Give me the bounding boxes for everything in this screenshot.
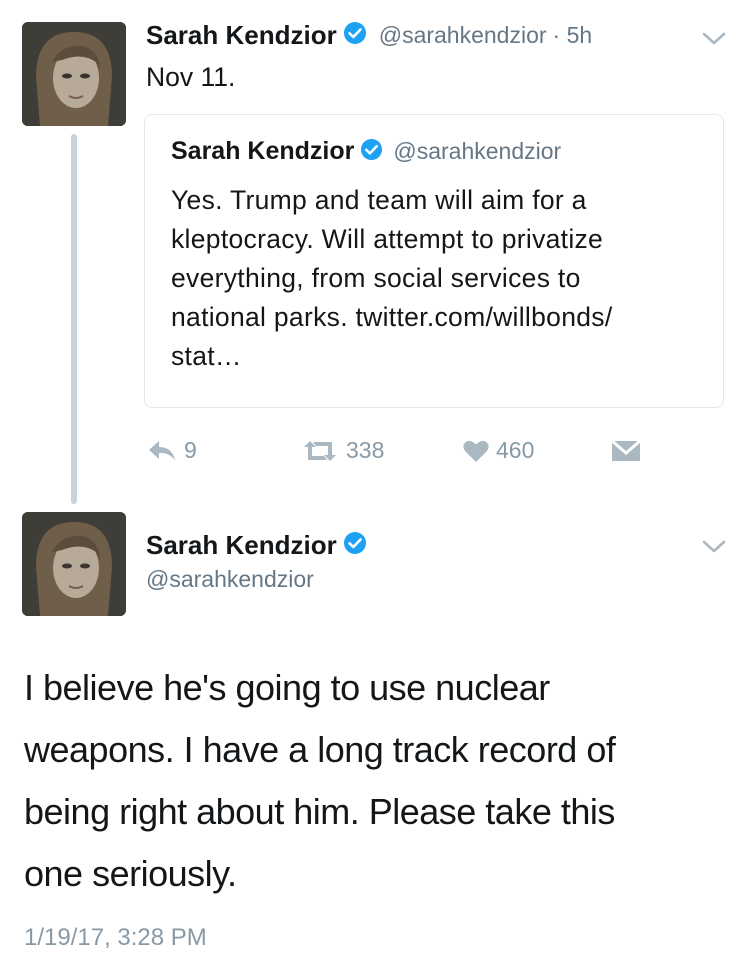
reply-icon bbox=[149, 440, 175, 460]
thread-connector-line bbox=[71, 134, 77, 504]
tweet-header: Sarah Kendzior bbox=[146, 530, 367, 561]
quoted-tweet-card[interactable]: Sarah Kendzior @sarahkendzior Yes. Trump… bbox=[144, 114, 724, 408]
tweet-text-line: I believe he's going to use nuclear bbox=[24, 667, 550, 708]
retweet-button[interactable]: 338 bbox=[300, 437, 384, 464]
avatar-photo bbox=[22, 22, 126, 126]
chevron-down-icon[interactable] bbox=[700, 538, 728, 561]
tweet-text: Nov 11. bbox=[146, 62, 236, 92]
quoted-author-handle: @sarahkendzior bbox=[393, 138, 562, 164]
verified-badge-icon bbox=[343, 531, 367, 560]
quoted-text-line: Yes. Trump and team will aim for a bbox=[171, 185, 587, 215]
heart-icon bbox=[463, 440, 489, 462]
avatar[interactable] bbox=[22, 22, 126, 126]
reply-count: 9 bbox=[184, 437, 197, 463]
quoted-tweet-header: Sarah Kendzior @sarahkendzior bbox=[171, 137, 561, 166]
tweet-text-line: weapons. I have a long track record of bbox=[24, 729, 616, 770]
quoted-tweet-text: Yes. Trump and team will aim for a klept… bbox=[171, 181, 612, 376]
like-button[interactable]: 460 bbox=[462, 437, 534, 464]
retweet-icon bbox=[304, 440, 336, 461]
reply-button[interactable]: 9 bbox=[146, 437, 197, 464]
quoted-text-line: everything, from social services to bbox=[171, 263, 581, 293]
like-count: 460 bbox=[496, 437, 535, 463]
direct-message-icon bbox=[611, 439, 641, 461]
retweet-count: 338 bbox=[346, 437, 385, 463]
chevron-down-icon[interactable] bbox=[700, 30, 728, 53]
tweet-age[interactable]: · 5h bbox=[553, 22, 593, 49]
verified-badge-icon bbox=[360, 138, 383, 166]
tweet-text: I believe he's going to use nuclear weap… bbox=[24, 657, 616, 905]
author-handle[interactable]: @sarahkendzior bbox=[146, 566, 314, 593]
author-handle[interactable]: @sarahkendzior bbox=[379, 22, 547, 49]
avatar[interactable] bbox=[22, 512, 126, 616]
verified-badge-icon bbox=[343, 21, 367, 50]
quoted-author-name: Sarah Kendzior bbox=[171, 137, 355, 165]
quoted-text-line: national parks. twitter.com/willbonds/ bbox=[171, 302, 613, 332]
tweet-text-line: one seriously. bbox=[24, 853, 237, 894]
tweet-text-line: being right about him. Please take this bbox=[24, 791, 615, 832]
author-name[interactable]: Sarah Kendzior bbox=[146, 20, 337, 51]
tweet-timestamp[interactable]: 1/19/17, 3:28 PM bbox=[24, 924, 207, 952]
tweet-header: Sarah Kendzior @sarahkendzior · 5h bbox=[146, 20, 592, 51]
quoted-text-line: kleptocracy. Will attempt to privatize bbox=[171, 224, 604, 254]
avatar-photo bbox=[22, 512, 126, 616]
author-name[interactable]: Sarah Kendzior bbox=[146, 530, 337, 561]
direct-message-button[interactable] bbox=[610, 439, 642, 468]
quoted-text-line: stat… bbox=[171, 341, 242, 371]
